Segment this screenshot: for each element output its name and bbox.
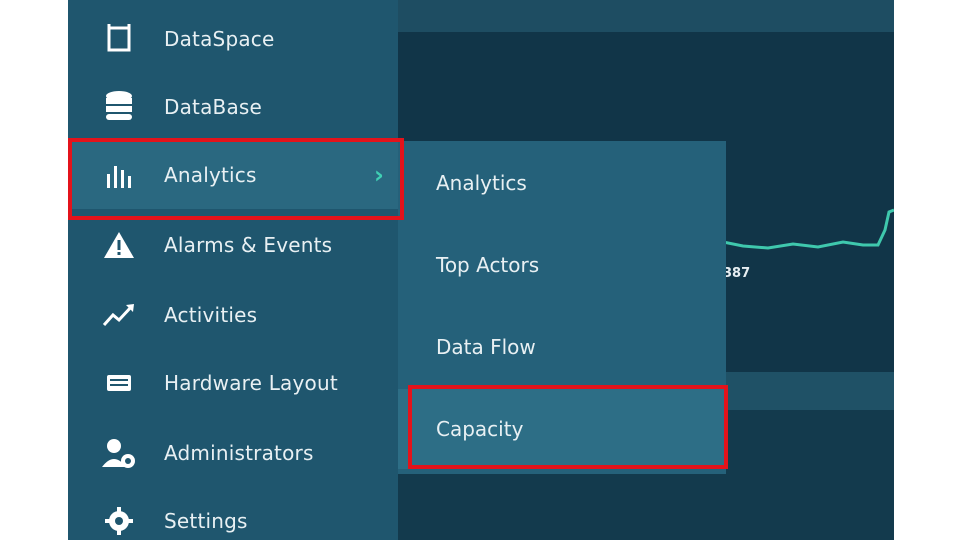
dashboard-header-strip bbox=[398, 0, 894, 32]
sidebar-item-label: Activities bbox=[164, 303, 258, 327]
sidebar-item-label: Administrators bbox=[164, 441, 314, 465]
sidebar-item-label: Analytics bbox=[164, 163, 257, 187]
database-icon bbox=[102, 90, 136, 124]
analytics-submenu: Analytics Top Actors Data Flow Capacity bbox=[398, 141, 726, 474]
submenu-item-top-actors[interactable]: Top Actors bbox=[398, 225, 726, 305]
sidebar-item-analytics[interactable]: Analytics › bbox=[68, 141, 398, 209]
activity-line-icon bbox=[102, 298, 136, 332]
gear-icon bbox=[102, 504, 136, 538]
sidebar-item-label: DataBase bbox=[164, 95, 263, 119]
submenu-item-label: Analytics bbox=[436, 171, 527, 195]
sidebar-item-settings[interactable]: Settings bbox=[68, 487, 398, 540]
sidebar-item-label: Hardware Layout bbox=[164, 371, 338, 395]
submenu-item-label: Data Flow bbox=[436, 335, 536, 359]
chart-series-line bbox=[723, 208, 894, 250]
admin-user-icon bbox=[102, 436, 136, 470]
sidebar-item-alarms-events[interactable]: Alarms & Events bbox=[68, 211, 398, 279]
submenu-item-label: Capacity bbox=[436, 417, 524, 441]
submenu-item-data-flow[interactable]: Data Flow bbox=[398, 307, 726, 387]
sidebar-item-label: Settings bbox=[164, 509, 248, 533]
submenu-item-capacity[interactable]: Capacity bbox=[398, 389, 726, 469]
app-window: 387 DataSpace DataBase Analytics › Alarm… bbox=[68, 0, 894, 540]
sidebar-item-hardware-layout[interactable]: Hardware Layout bbox=[68, 349, 398, 417]
sidebar-item-dataspace[interactable]: DataSpace bbox=[68, 5, 398, 73]
sidebar: DataSpace DataBase Analytics › Alarms & … bbox=[68, 0, 398, 540]
submenu-item-label: Top Actors bbox=[436, 253, 540, 277]
hardware-icon bbox=[102, 366, 136, 400]
chart-tick-label: 387 bbox=[723, 266, 751, 281]
chevron-right-icon: › bbox=[374, 161, 384, 189]
sidebar-item-database[interactable]: DataBase bbox=[68, 73, 398, 141]
dataspace-icon bbox=[102, 22, 136, 56]
warning-icon bbox=[102, 228, 136, 262]
submenu-item-analytics[interactable]: Analytics bbox=[398, 143, 726, 223]
bar-chart-icon bbox=[102, 158, 136, 192]
sidebar-item-activities[interactable]: Activities bbox=[68, 281, 398, 349]
sidebar-item-administrators[interactable]: Administrators bbox=[68, 419, 398, 487]
sidebar-item-label: Alarms & Events bbox=[164, 233, 333, 257]
background-line-chart bbox=[723, 208, 894, 250]
sidebar-item-label: DataSpace bbox=[164, 27, 275, 51]
